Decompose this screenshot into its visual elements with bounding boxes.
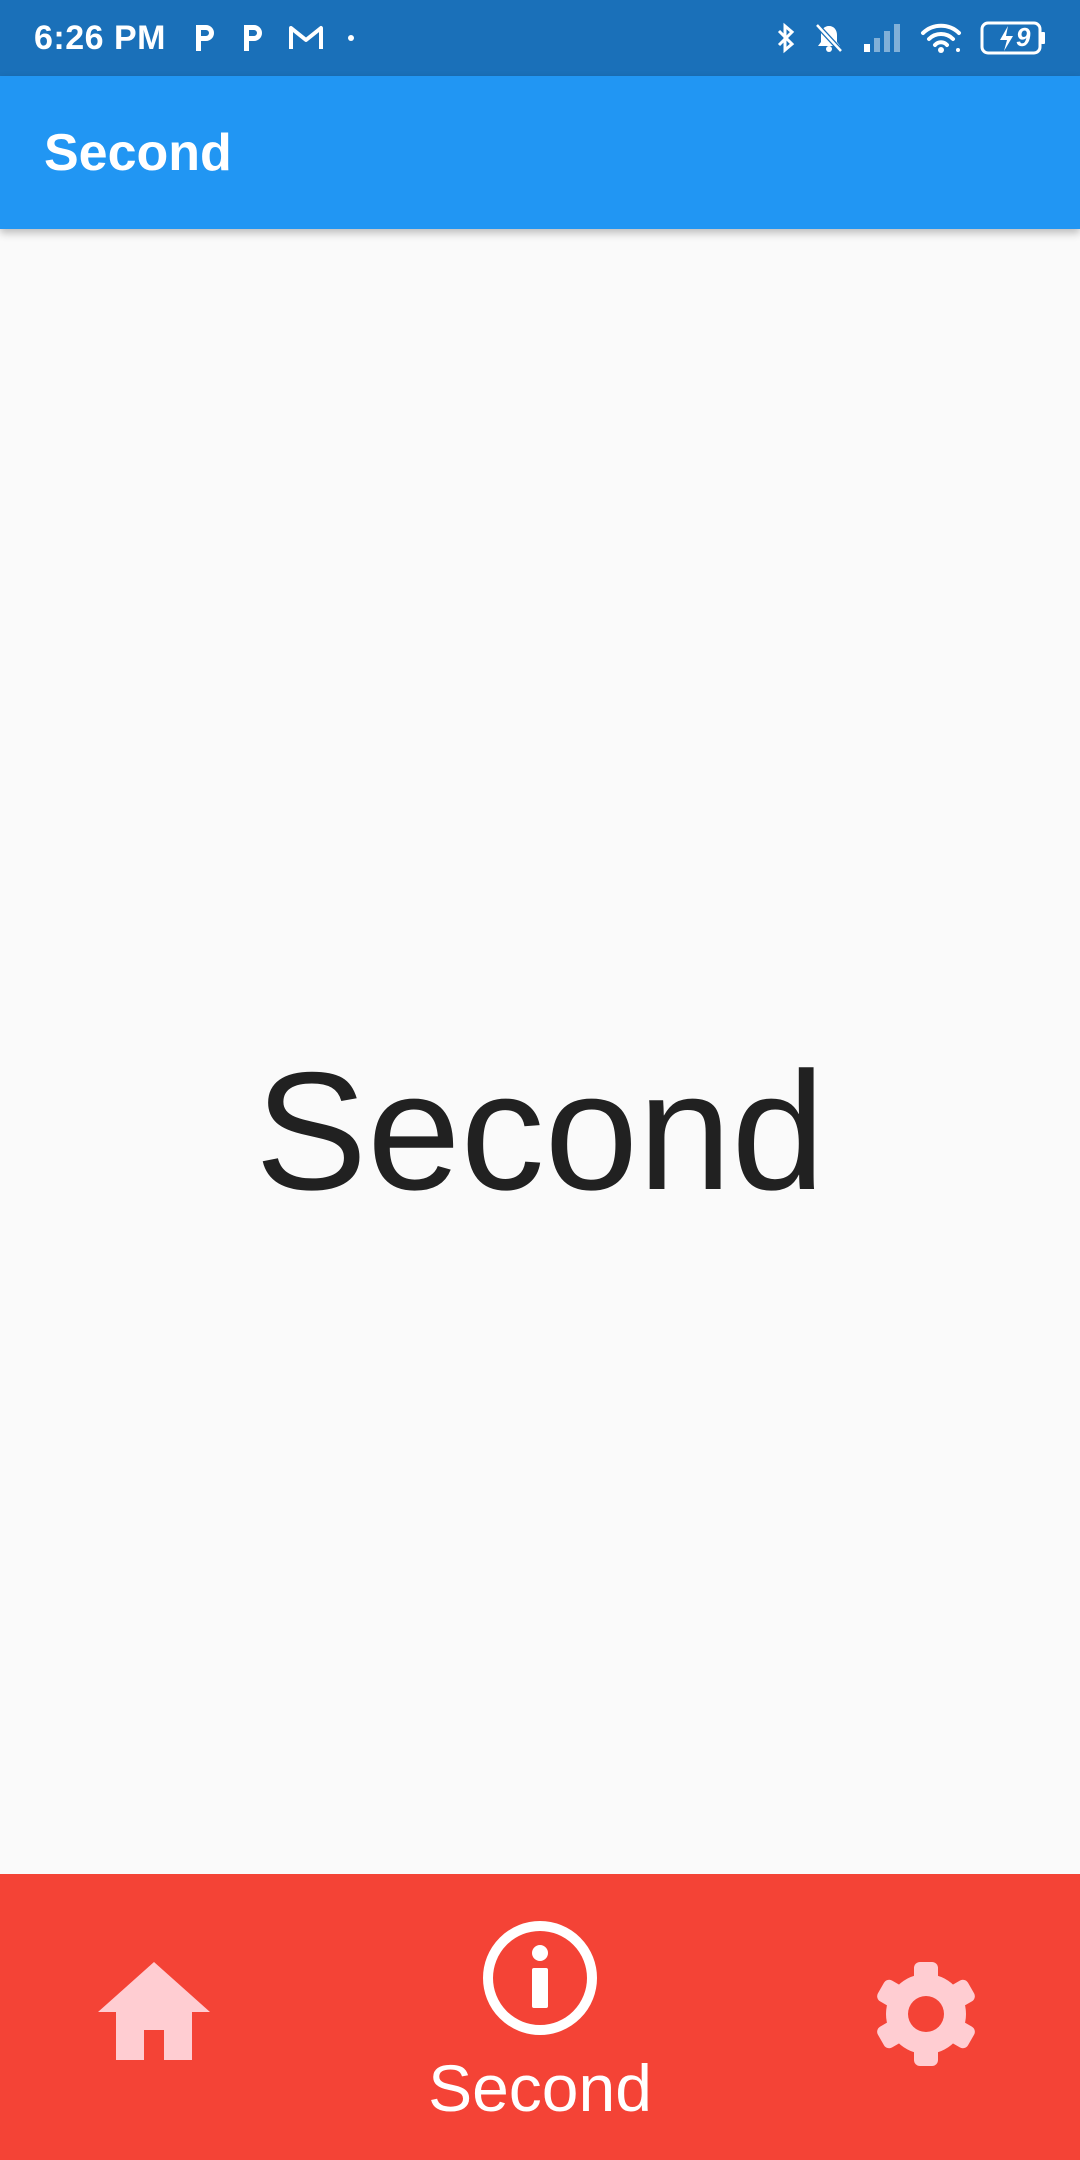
gmail-icon bbox=[289, 26, 323, 49]
bottom-navigation: Second bbox=[0, 1874, 1080, 2160]
nav-item-settings[interactable] bbox=[866, 1954, 986, 2074]
home-icon bbox=[98, 1962, 210, 2060]
nav-item-home[interactable] bbox=[94, 1956, 214, 2076]
info-icon bbox=[483, 1921, 597, 2035]
center-text: Second bbox=[255, 1037, 825, 1225]
wifi-icon bbox=[921, 23, 961, 53]
main-content: Second bbox=[0, 229, 1080, 1874]
notification-icons bbox=[192, 23, 356, 53]
parking-icon bbox=[244, 25, 262, 51]
page-title: Second bbox=[44, 123, 232, 182]
settings-icon bbox=[877, 1962, 975, 2066]
dot-icon bbox=[348, 35, 354, 41]
status-time: 6:26 PM bbox=[34, 18, 166, 57]
status-bar: 6:26 PM 9 bbox=[0, 0, 1080, 76]
system-icons: 9 bbox=[776, 21, 1046, 55]
battery-charging-icon: 9 bbox=[980, 21, 1046, 55]
nav-item-label: Second bbox=[428, 2051, 652, 2125]
battery-level: 9 bbox=[1016, 22, 1031, 52]
parking-icon bbox=[196, 25, 214, 51]
bluetooth-icon bbox=[777, 22, 795, 54]
app-bar: Second bbox=[0, 76, 1080, 229]
nav-item-second[interactable]: Second bbox=[400, 1918, 680, 2126]
signal-icon bbox=[864, 24, 900, 52]
bell-off-icon bbox=[815, 23, 843, 53]
